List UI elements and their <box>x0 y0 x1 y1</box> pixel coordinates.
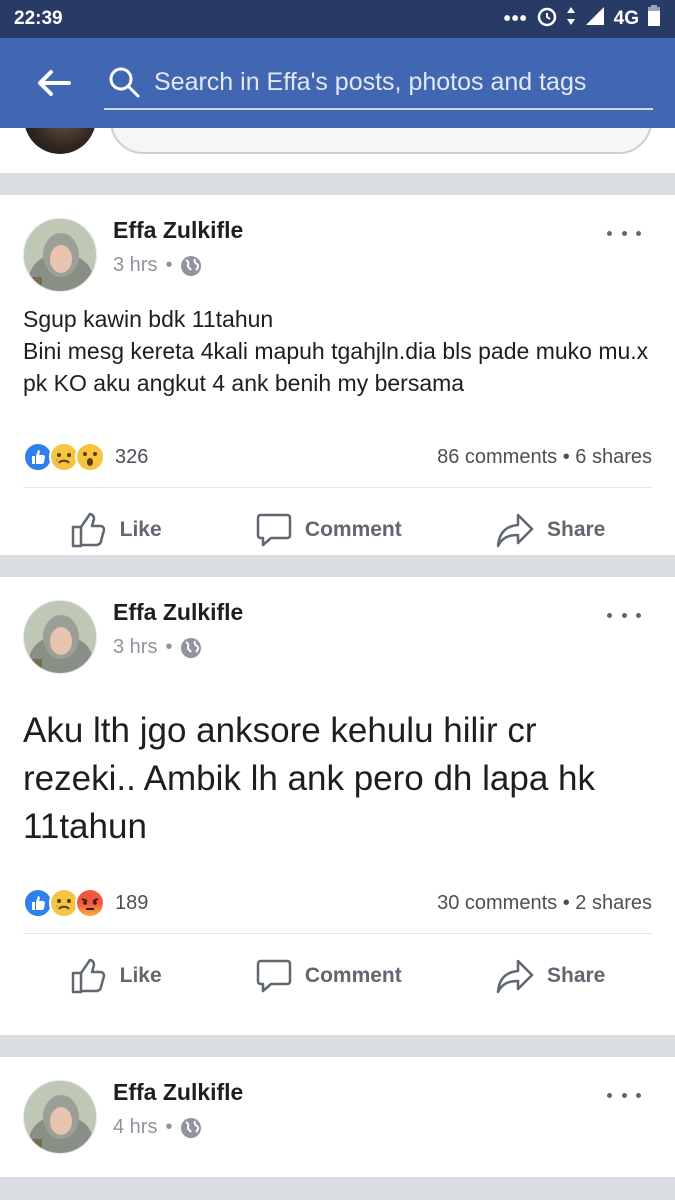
stats-separator: • <box>562 445 576 468</box>
meta-separator: • <box>165 254 173 276</box>
post: Effa Zulkifle 3 hrs • Aku lth jgo anksor… <box>0 577 675 1035</box>
share-arrow-icon <box>496 959 534 993</box>
post-text: Sgup kawin bdk 11tahun Bini mesg kereta … <box>23 306 649 396</box>
share-button[interactable]: Share <box>495 957 605 995</box>
battery-icon <box>647 5 661 33</box>
alarm-icon <box>536 5 558 33</box>
more-options-button[interactable] <box>607 605 641 625</box>
post-meta: 4 hrs • <box>113 1116 202 1139</box>
search-icon <box>109 67 140 98</box>
like-button[interactable]: Like <box>70 957 162 995</box>
share-count[interactable]: 6 shares <box>575 446 652 468</box>
signal-icon <box>584 6 606 32</box>
comment-button[interactable]: Comment <box>255 511 402 549</box>
back-arrow-icon <box>38 70 71 96</box>
share-button[interactable]: Share <box>495 511 605 549</box>
share-arrow-icon <box>496 513 534 547</box>
comment-label: Comment <box>304 517 402 541</box>
wow-icon <box>75 442 105 472</box>
meta-separator: • <box>165 636 173 658</box>
status-icons: ••• 4G <box>504 5 661 33</box>
post-meta: 3 hrs • <box>113 636 202 659</box>
data-arrows-icon <box>566 5 576 33</box>
search-input[interactable] <box>154 67 653 97</box>
post-time[interactable]: 4 hrs <box>113 1116 157 1139</box>
globe-icon <box>181 637 202 658</box>
back-button[interactable] <box>30 59 78 107</box>
reaction-icons <box>23 888 105 918</box>
comment-count[interactable]: 86 comments <box>437 446 557 468</box>
post-header: Effa Zulkifle 3 hrs • <box>0 577 675 685</box>
comment-count[interactable]: 30 comments <box>437 892 557 914</box>
stats-separator: • <box>562 891 576 914</box>
globe-icon <box>181 1117 202 1138</box>
comment-label: Comment <box>304 963 402 987</box>
composer <box>0 128 675 173</box>
author-name[interactable]: Effa Zulkifle <box>113 599 243 626</box>
engagement-stats[interactable]: 30 comments • 2 shares <box>437 892 652 915</box>
author-name[interactable]: Effa Zulkifle <box>113 1079 243 1106</box>
reactions-summary[interactable]: 189 30 comments • 2 shares <box>0 873 675 933</box>
avatar[interactable] <box>23 600 97 674</box>
avatar[interactable] <box>23 1080 97 1154</box>
post-actions: Like Comment Share <box>23 933 652 1017</box>
network-type: 4G <box>613 8 639 29</box>
comment-bubble-icon <box>256 513 292 546</box>
post-actions: Like Comment Share <box>23 487 652 571</box>
reaction-icons <box>23 442 105 472</box>
search-bar[interactable] <box>104 56 653 110</box>
post-header: Effa Zulkifle 4 hrs • <box>0 1057 675 1165</box>
notification-dots-icon: ••• <box>503 7 528 30</box>
search-header <box>0 38 675 128</box>
engagement-stats[interactable]: 86 comments • 6 shares <box>437 446 652 469</box>
reaction-count: 189 <box>115 891 149 914</box>
post: Effa Zulkifle 4 hrs • <box>0 1057 675 1177</box>
meta-separator: • <box>165 1116 173 1138</box>
author-name[interactable]: Effa Zulkifle <box>113 217 243 244</box>
status-time: 22:39 <box>14 8 63 29</box>
more-options-button[interactable] <box>607 1085 641 1105</box>
composer-avatar <box>24 128 96 154</box>
post-time[interactable]: 3 hrs <box>113 254 157 277</box>
thumbs-up-icon <box>71 512 105 547</box>
globe-icon <box>181 255 202 276</box>
share-label: Share <box>547 517 606 541</box>
reaction-count: 326 <box>115 445 149 468</box>
section-divider <box>0 1035 675 1057</box>
share-label: Share <box>547 963 606 987</box>
comment-bubble-icon <box>256 959 292 992</box>
post-time[interactable]: 3 hrs <box>113 636 157 659</box>
angry-icon <box>75 888 105 918</box>
post: Effa Zulkifle 3 hrs • Sgup kawin bdk 11t… <box>0 195 675 555</box>
avatar[interactable] <box>23 218 97 292</box>
comment-button[interactable]: Comment <box>255 957 402 995</box>
more-options-button[interactable] <box>607 223 641 243</box>
thumbs-up-icon <box>71 958 105 993</box>
post-header: Effa Zulkifle 3 hrs • <box>0 195 675 303</box>
section-divider <box>0 173 675 195</box>
post-text: Aku lth jgo anksore kehulu hilir cr reze… <box>23 711 595 846</box>
share-count[interactable]: 2 shares <box>575 892 652 914</box>
like-button[interactable]: Like <box>70 511 162 549</box>
post-meta: 3 hrs • <box>113 254 202 277</box>
status-bar: 22:39 ••• 4G <box>0 0 675 38</box>
like-label: Like <box>119 963 162 987</box>
like-label: Like <box>119 517 162 541</box>
feed: Effa Zulkifle 3 hrs • Sgup kawin bdk 11t… <box>0 128 675 1200</box>
composer-input[interactable] <box>110 128 652 154</box>
reactions-summary[interactable]: 326 86 comments • 6 shares <box>0 427 675 487</box>
